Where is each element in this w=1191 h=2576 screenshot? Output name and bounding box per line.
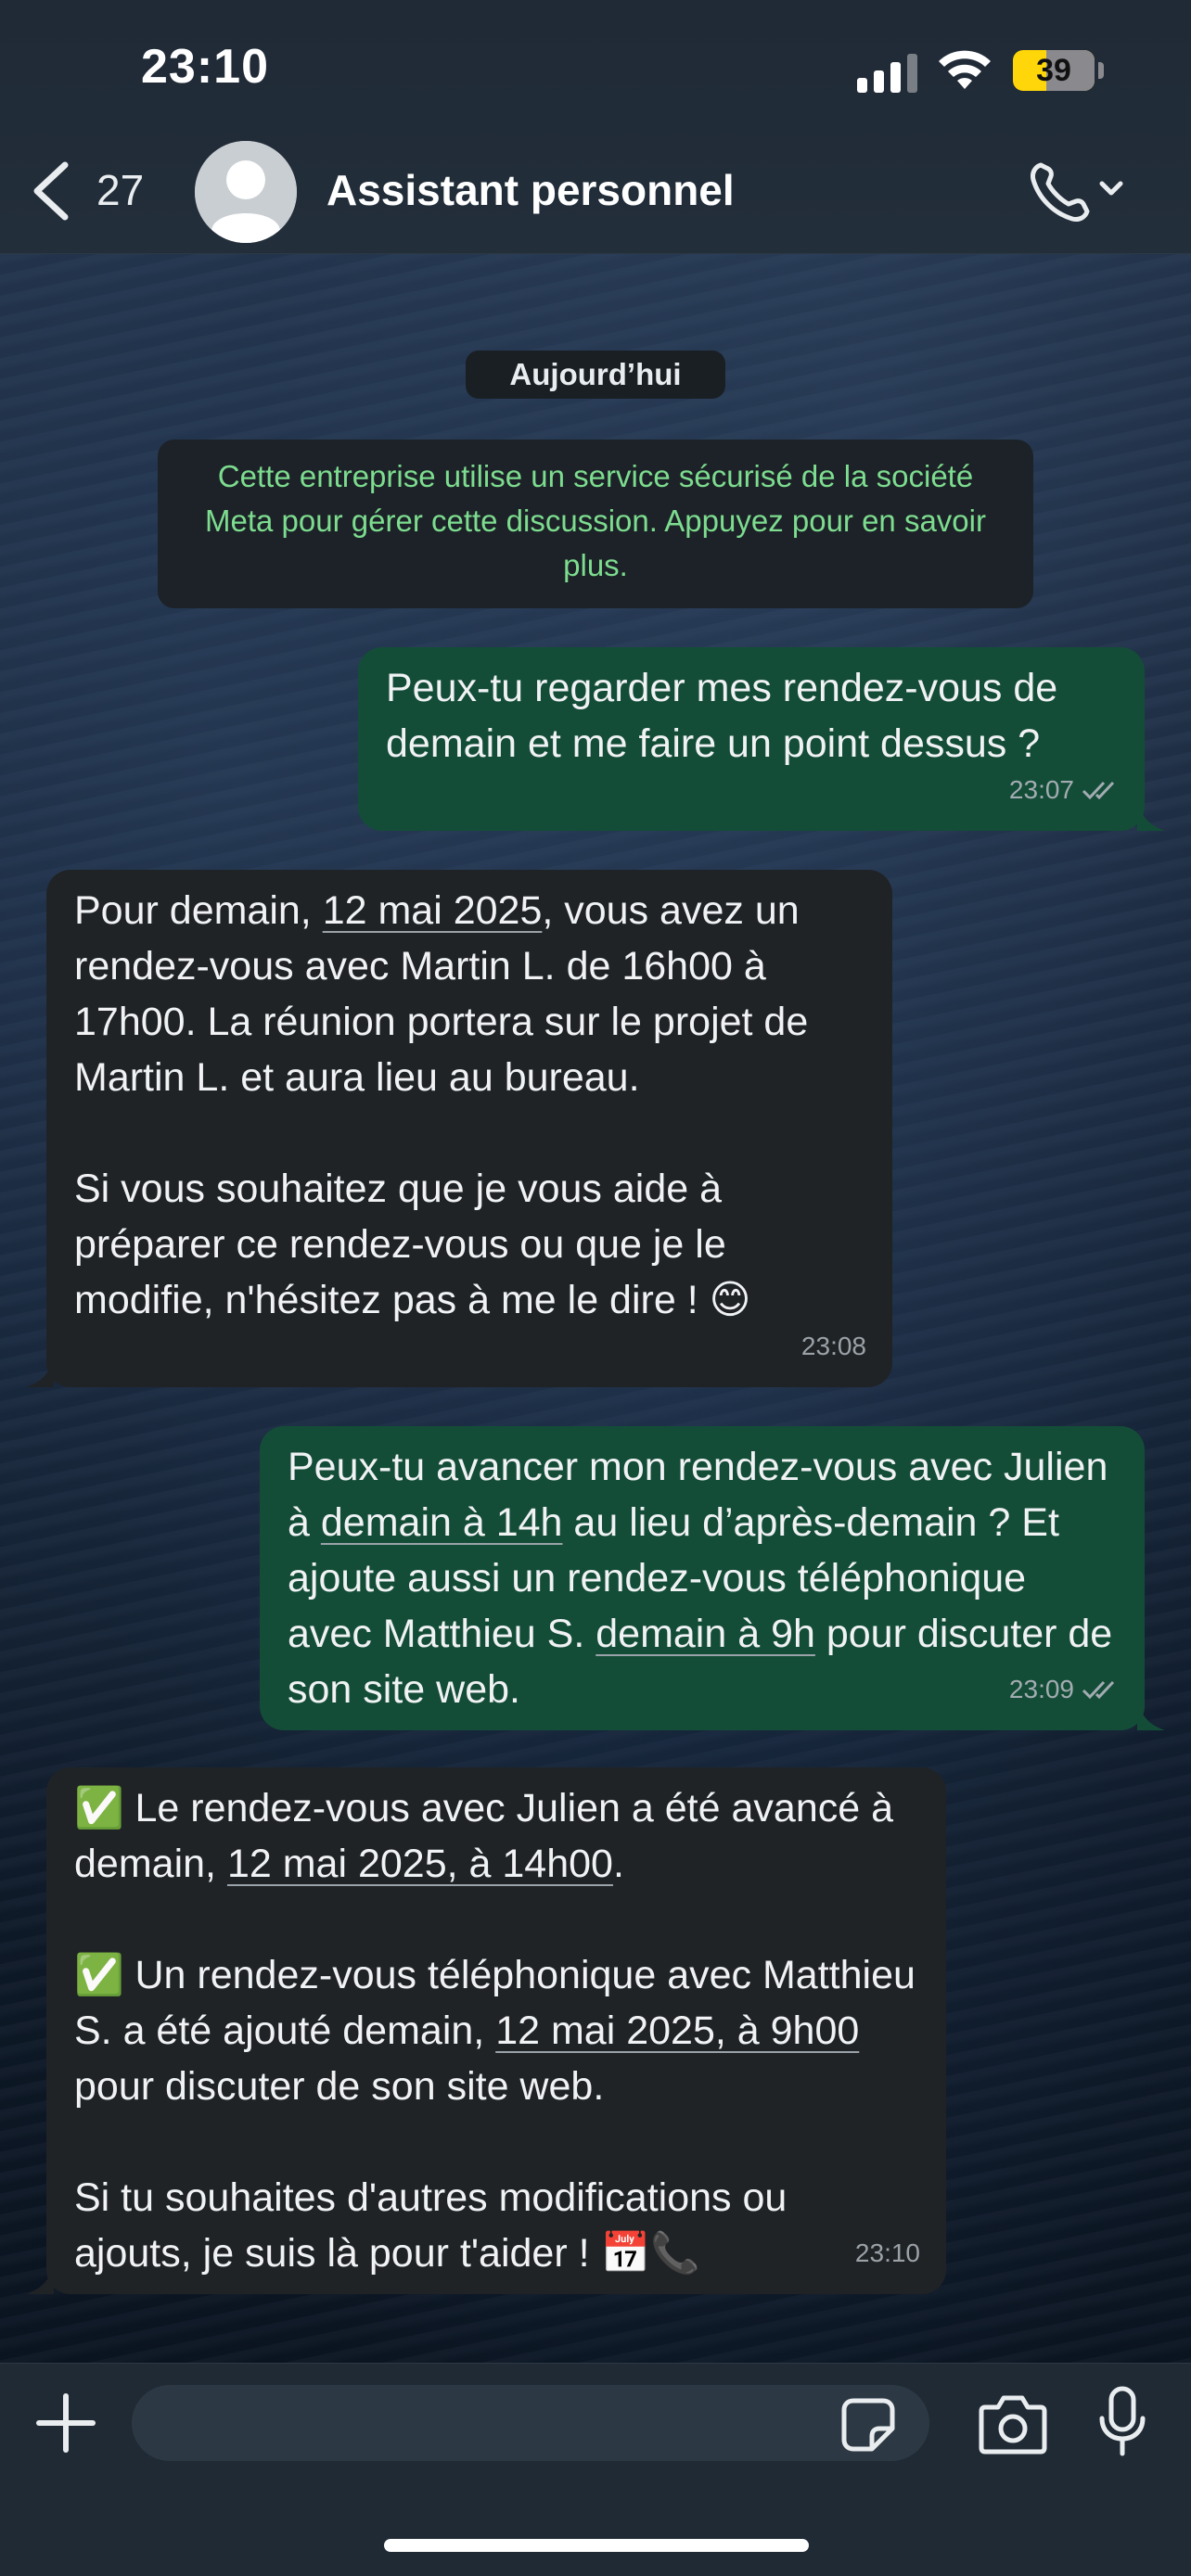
message-text: Pour demain, 12 mai 2025, vous avez un r… (74, 888, 820, 1100)
plus-icon[interactable] (33, 2391, 98, 2455)
double-check-icon (1082, 781, 1115, 800)
message-text: Peux-tu regarder mes rendez-vous de dema… (386, 666, 1069, 766)
outgoing-message[interactable]: Peux-tu avancer mon rendez-vous avec Jul… (260, 1426, 1145, 1730)
home-indicator[interactable] (384, 2539, 809, 2552)
sticker-icon[interactable] (840, 2397, 896, 2453)
battery-icon: 39 (1013, 50, 1095, 91)
message-time: 23:08 (800, 1332, 866, 1360)
date-separator: Aujourd’hui (466, 351, 725, 399)
meta-security-notice[interactable]: Cette entreprise utilise un service sécu… (158, 440, 1033, 608)
bubble-tail (26, 1356, 54, 1387)
outgoing-message[interactable]: Peux-tu regarder mes rendez-vous de dema… (358, 647, 1145, 831)
date-link[interactable]: 12 mai 2025 (323, 888, 543, 933)
contact-name[interactable]: Assistant personnel (327, 165, 735, 215)
battery-level: 39 (1036, 53, 1071, 88)
double-check-icon (1082, 1680, 1115, 1700)
call-button[interactable] (1028, 158, 1130, 223)
message-input-container (132, 2385, 929, 2461)
message-text-2: ✅ Un rendez-vous téléphonique avec Matth… (74, 1953, 927, 2109)
bubble-tail (26, 2263, 54, 2294)
message-time: 23:09 (1008, 1675, 1074, 1703)
message-text-3: Si tu souhaites d'autres modifications o… (74, 2175, 799, 2276)
incoming-message[interactable]: ✅ Le rendez-vous avec Julien a été avanc… (46, 1767, 946, 2294)
status-time: 23:10 (141, 40, 269, 94)
date-link[interactable]: 12 mai 2025, à 9h00 (495, 2009, 859, 2053)
bubble-tail (1137, 799, 1165, 831)
avatar-placeholder-icon (195, 141, 297, 243)
message-time: 23:07 (1008, 775, 1074, 804)
message-text-2: Si vous souhaitez que je vous aide à pré… (74, 1167, 751, 1322)
microphone-icon[interactable] (1096, 2385, 1148, 2457)
date-link[interactable]: demain à 14h (321, 1500, 563, 1545)
phone-icon (1031, 162, 1090, 222)
message-meta: 23:08 (801, 1319, 866, 1374)
wifi-icon (939, 50, 991, 89)
message-meta: 23:07 (1009, 762, 1119, 818)
chevron-down-icon (1099, 181, 1123, 196)
bubble-tail (1137, 1699, 1165, 1730)
battery-tip (1098, 62, 1104, 79)
incoming-message[interactable]: Pour demain, 12 mai 2025, vous avez un r… (46, 870, 892, 1387)
date-link[interactable]: 12 mai 2025, à 14h00 (227, 1842, 613, 1886)
date-link[interactable]: demain à 9h (596, 1612, 815, 1656)
message-meta: 23:10 (855, 2225, 920, 2281)
signal-icon (857, 54, 917, 93)
message-text: Peux-tu avancer mon rendez-vous avec Jul… (288, 1445, 1124, 1712)
camera-icon[interactable] (978, 2392, 1048, 2455)
avatar[interactable] (195, 141, 297, 243)
message-meta: 23:09 (1009, 1662, 1119, 1717)
back-chevron-icon[interactable] (28, 159, 76, 223)
message-time: 23:10 (854, 2238, 920, 2267)
message-text: ✅ Le rendez-vous avec Julien a été avanc… (74, 1786, 904, 1886)
message-input[interactable] (132, 2385, 855, 2461)
back-unread-count[interactable]: 27 (96, 165, 144, 215)
